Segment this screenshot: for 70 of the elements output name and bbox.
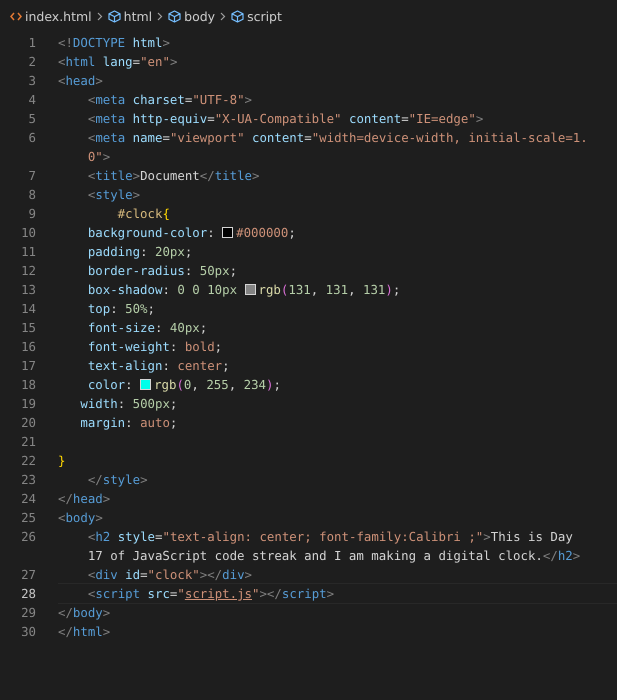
code-line: } (58, 452, 66, 470)
code-line: <!DOCTYPE html> (58, 34, 171, 52)
line-number: 8 (28, 186, 36, 204)
line-number: 17 (21, 357, 36, 375)
breadcrumb-item[interactable]: script (231, 9, 282, 24)
code-line: <html lang="en"> (58, 53, 178, 71)
line-number: 30 (21, 623, 36, 641)
code-line: <meta name="viewport" content="width=device-width, initial-scale=1. 0"> (86, 129, 589, 166)
line-number: 15 (21, 319, 36, 337)
code-line: #clock{ (116, 205, 171, 223)
line-number: 25 (21, 509, 36, 527)
line-number: 12 (21, 262, 36, 280)
code-line: <div id="clock"></div> (86, 566, 254, 584)
line-number: 26 (21, 528, 36, 546)
code-line: <meta http-equiv="X-UA-Compatible" content="IE=edge"> (86, 110, 484, 128)
cube-icon (168, 10, 182, 23)
code-line: <h2 style="text-align: center; font-family:Calibri ;">This is Day 17 of JavaScript code streak and I am making a digital clock.</h2> (86, 528, 582, 565)
cube-icon (231, 10, 244, 23)
code-line: box-shadow: 0 0 10px rgb(131, 131, 131); (86, 281, 402, 299)
line-number: 20 (21, 414, 36, 432)
line-number: 4 (28, 91, 36, 109)
line-number: 7 (28, 167, 36, 185)
line-number: 13 (21, 281, 36, 299)
chevron-right-icon (157, 12, 164, 21)
code-line: margin: auto; (79, 414, 178, 432)
line-number: 11 (21, 243, 36, 261)
code-line: text-align: center; (86, 357, 231, 375)
line-number: 14 (21, 300, 36, 318)
line-number: 5 (28, 110, 36, 128)
chevron-right-icon (220, 12, 226, 21)
line-number: 19 (21, 395, 36, 413)
line-number: 2 (28, 53, 36, 71)
breadcrumb-item[interactable]: body (168, 9, 216, 24)
code-line: font-weight: bold; (86, 338, 224, 356)
line-number: 16 (21, 338, 36, 356)
code-line: font-size: 40px; (86, 319, 208, 337)
code-line: background-color: #000000; (86, 224, 297, 242)
line-number: 29 (21, 604, 36, 622)
line-number: 9 (28, 205, 36, 223)
line-number: 1 (28, 34, 36, 52)
line-number: 23 (21, 471, 36, 489)
breadcrumb-item[interactable]: html (108, 9, 152, 24)
chevron-right-icon (96, 12, 103, 21)
code-line: </body> (58, 604, 112, 622)
code-line: <meta charset="UTF-8"> (86, 91, 253, 109)
code-line: top: 50%; (86, 300, 156, 318)
code-line: <head> (58, 72, 104, 90)
code-line: </style> (86, 471, 149, 489)
code-line: <body> (58, 509, 104, 527)
code-line: <script src="script.js"></script> (86, 585, 336, 603)
cube-icon (108, 10, 121, 23)
code-line: padding: 20px; (86, 243, 194, 261)
line-number: 6 (28, 129, 36, 147)
line-number: 27 (21, 566, 36, 584)
code-line: width: 500px; (79, 395, 178, 413)
breadcrumb-item[interactable]: index.html (10, 9, 92, 24)
line-number: 28 (21, 585, 36, 603)
line-number: 10 (21, 224, 36, 242)
code-line: border-radius: 50px; (86, 262, 238, 280)
code-line: </html> (58, 623, 112, 641)
line-number: 18 (21, 376, 36, 394)
line-number: 21 (21, 433, 36, 451)
code-line: color: rgb(0, 255, 234); (86, 376, 282, 394)
line-number: 24 (21, 490, 36, 508)
code-line: <style> (86, 186, 142, 204)
line-number: 3 (28, 72, 36, 90)
code-line: </head> (58, 490, 112, 508)
line-number: 22 (21, 452, 36, 470)
code-brackets-icon (10, 12, 22, 21)
code-line: <title>Document</title> (86, 167, 260, 185)
